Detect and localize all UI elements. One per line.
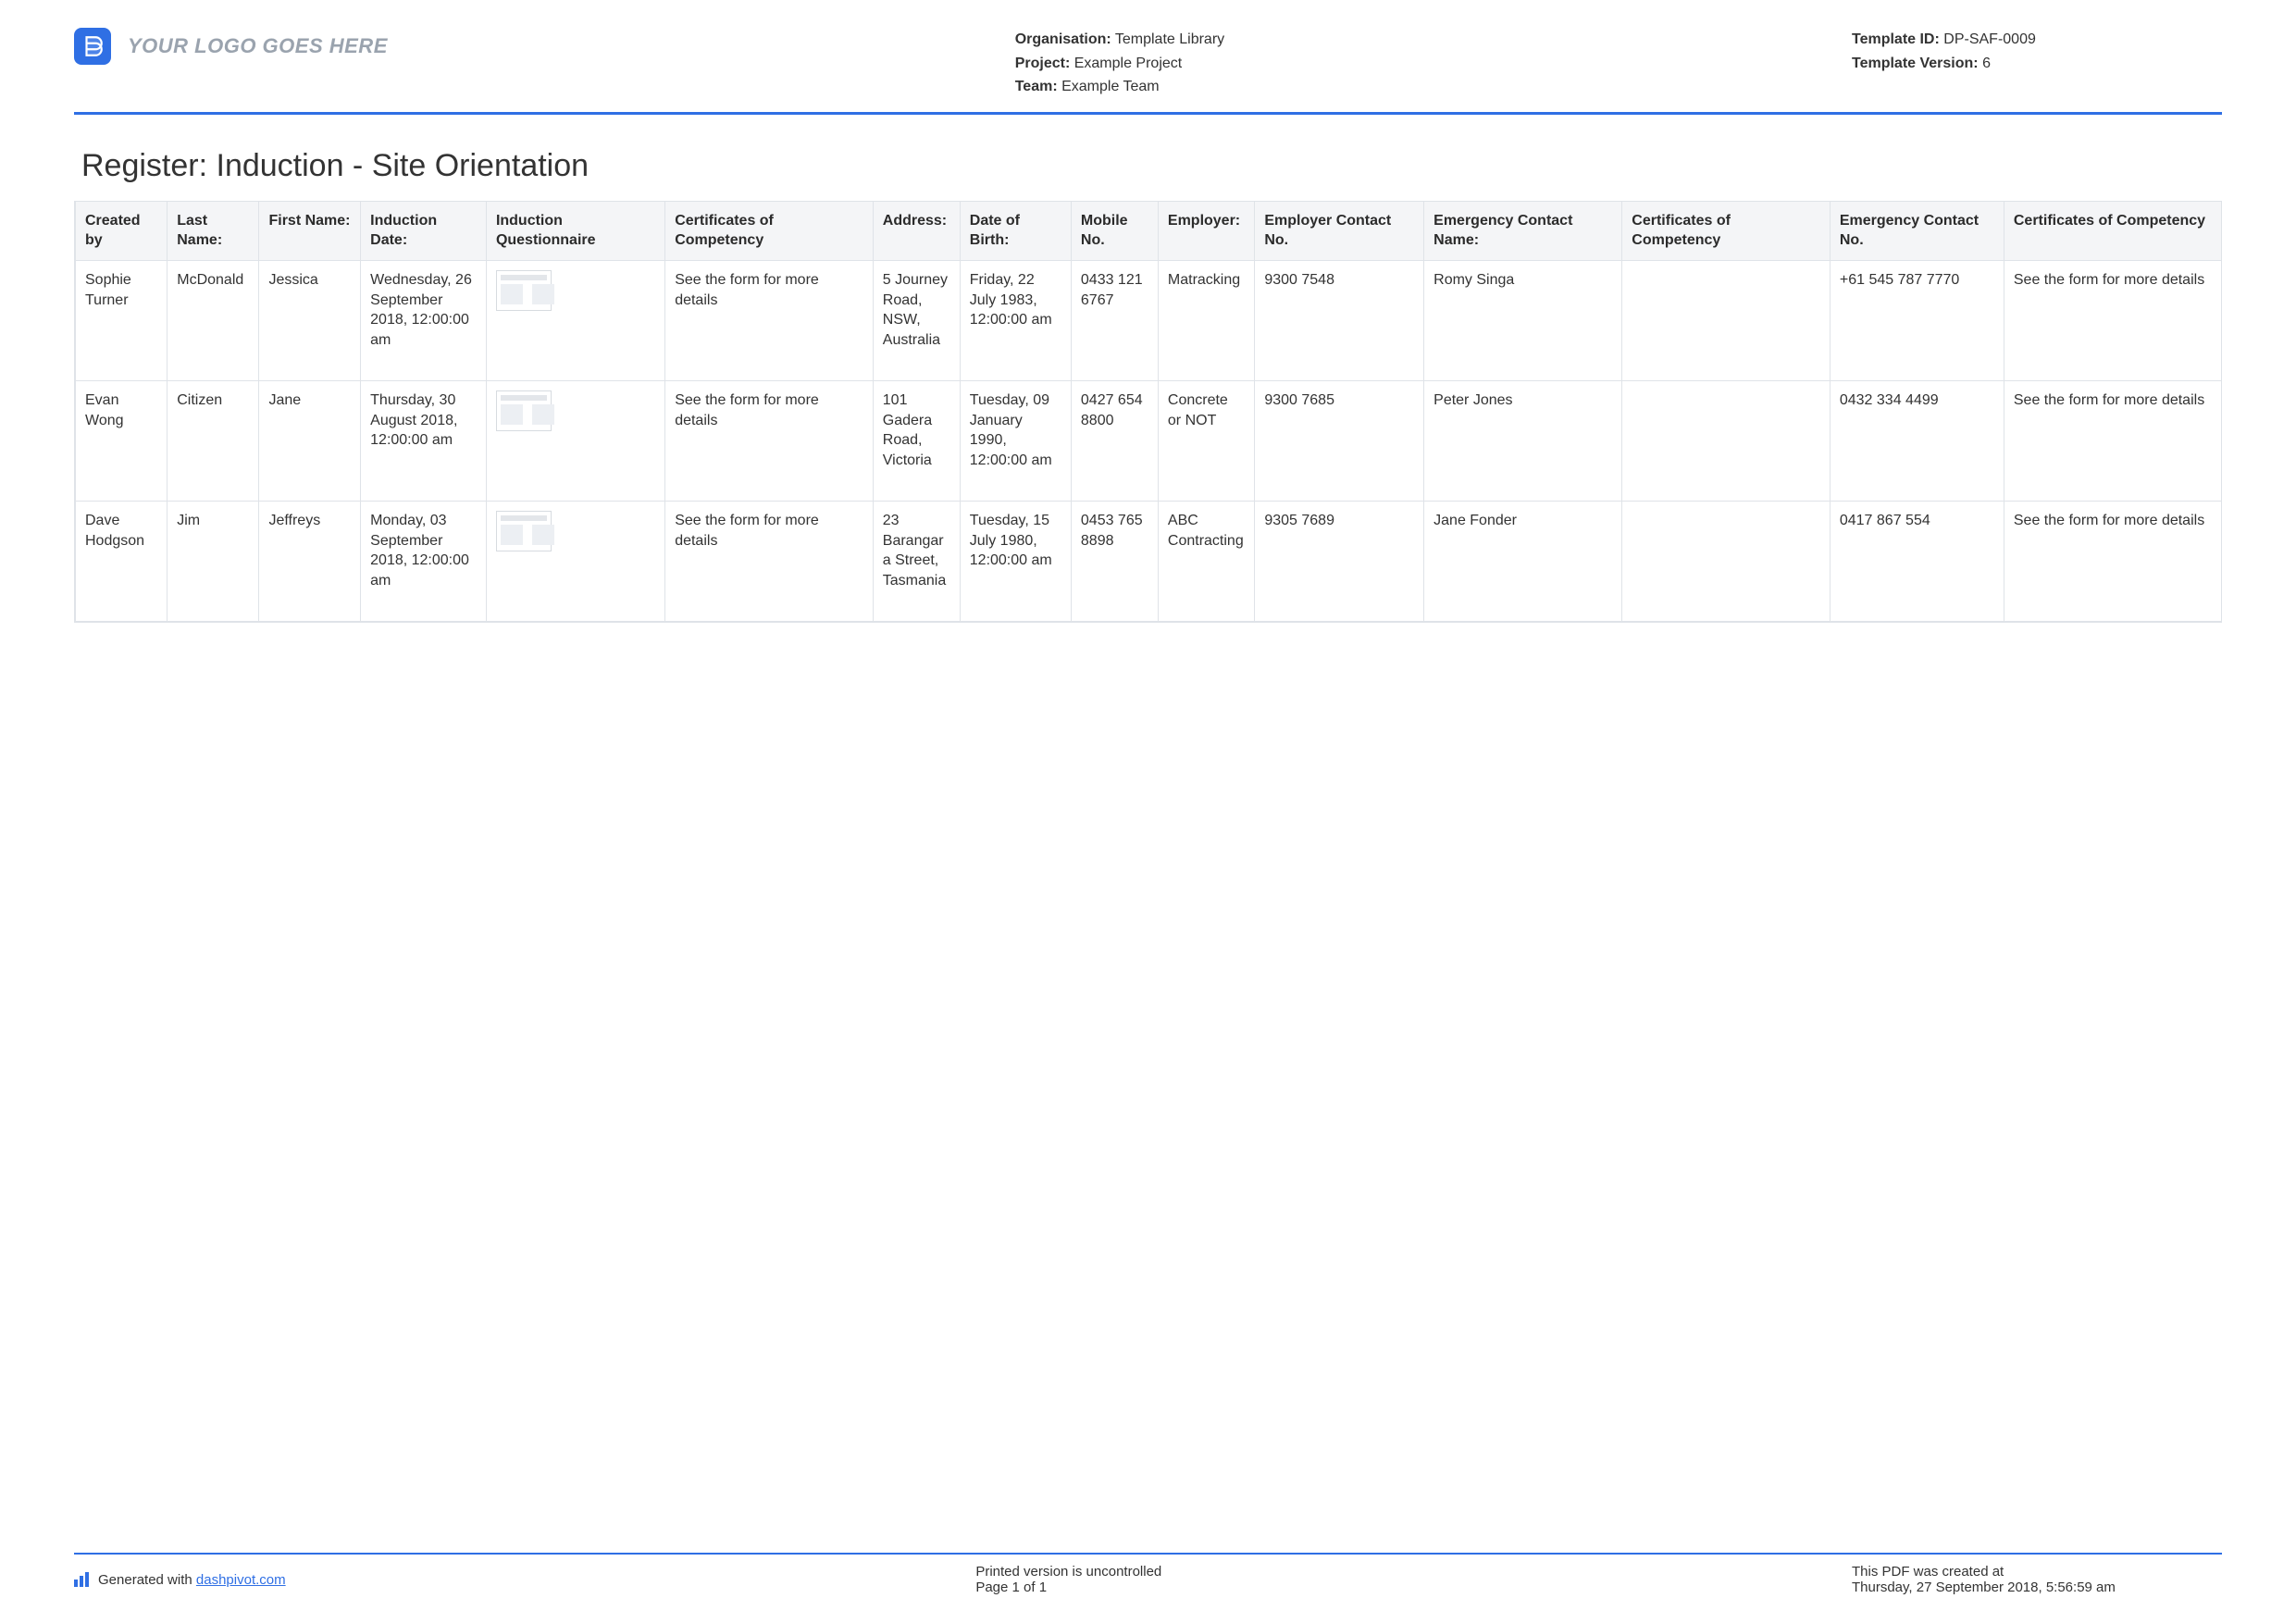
cell-employer: Matracking [1158, 260, 1254, 380]
cell-mobile: 0427 654 8800 [1071, 380, 1158, 501]
cell-dob: Friday, 22 July 1983, 12:00:00 am [960, 260, 1071, 380]
template-version-label: Template Version: [1852, 56, 1979, 71]
uncontrolled-label: Printed version is uncontrolled [975, 1564, 1161, 1580]
th-certificates-2: Certificates of Competency [1622, 201, 1831, 260]
generated-with-label: Generated with [98, 1572, 196, 1588]
cell-employer-contact: 9300 7548 [1255, 260, 1424, 380]
cell-last-name: Jim [168, 501, 259, 621]
team-value: Example Team [1061, 79, 1160, 94]
cell-dob: Tuesday, 09 January 1990, 12:00:00 am [960, 380, 1071, 501]
logo-cluster: YOUR LOGO GOES HERE [74, 28, 388, 65]
cell-address: 101 Gadera Road, Victoria [873, 380, 960, 501]
cell-em-no: +61 545 787 7770 [1830, 260, 2004, 380]
cell-first-name: Jeffreys [259, 501, 361, 621]
cell-employer-contact: 9305 7689 [1255, 501, 1424, 621]
cell-em-name: Peter Jones [1424, 380, 1622, 501]
team-label: Team: [1015, 79, 1058, 94]
table-header-row: Created by Last Name: First Name: Induct… [76, 201, 2222, 260]
questionnaire-thumbnail-icon [496, 390, 552, 431]
table-row: Dave Hodgson Jim Jeffreys Monday, 03 Sep… [76, 501, 2222, 621]
cell-em-name: Jane Fonder [1424, 501, 1622, 621]
cell-last-name: Citizen [168, 380, 259, 501]
created-at-label: This PDF was created at [1852, 1564, 2222, 1580]
cell-em-name: Romy Singa [1424, 260, 1622, 380]
dashpivot-bars-icon [74, 1572, 89, 1587]
footer-rule [74, 1553, 2222, 1555]
th-induction-date: Induction Date: [361, 201, 487, 260]
template-id-value: DP-SAF-0009 [1943, 31, 2036, 47]
cell-induction-date: Monday, 03 September 2018, 12:00:00 am [361, 501, 487, 621]
template-version-value: 6 [1982, 56, 1991, 71]
page-number: Page 1 of 1 [975, 1580, 1161, 1595]
th-last-name: Last Name: [168, 201, 259, 260]
th-certificates-1: Certificates of Competency [665, 201, 874, 260]
cell-certificates-2 [1622, 260, 1831, 380]
cell-employer-contact: 9300 7685 [1255, 380, 1424, 501]
cell-mobile: 0453 765 8898 [1071, 501, 1158, 621]
cell-mobile: 0433 121 6767 [1071, 260, 1158, 380]
cell-induction-date: Thursday, 30 August 2018, 12:00:00 am [361, 380, 487, 501]
cell-certificates-3: See the form for more details [2004, 501, 2221, 621]
register-table-wrap: Created by Last Name: First Name: Induct… [74, 201, 2222, 623]
project-label: Project: [1015, 56, 1071, 71]
cell-certificates-1: See the form for more details [665, 380, 874, 501]
register-table: Created by Last Name: First Name: Induct… [75, 201, 2222, 622]
th-first-name: First Name: [259, 201, 361, 260]
cell-questionnaire [486, 260, 664, 380]
th-employer: Employer: [1158, 201, 1254, 260]
cell-first-name: Jessica [259, 260, 361, 380]
th-em-name: Emergency Contact Name: [1424, 201, 1622, 260]
cell-created-by: Dave Hodgson [76, 501, 168, 621]
cell-certificates-2 [1622, 380, 1831, 501]
footer-right: This PDF was created at Thursday, 27 Sep… [1852, 1564, 2222, 1595]
table-row: Sophie Turner McDonald Jessica Wednesday… [76, 260, 2222, 380]
th-created-by: Created by [76, 201, 168, 260]
footer-left: Generated with dashpivot.com [74, 1564, 286, 1595]
cell-induction-date: Wednesday, 26 September 2018, 12:00:00 a… [361, 260, 487, 380]
th-certificates-3: Certificates of Competency [2004, 201, 2221, 260]
table-row: Evan Wong Citizen Jane Thursday, 30 Augu… [76, 380, 2222, 501]
header-rule [74, 112, 2222, 115]
cell-em-no: 0417 867 554 [1830, 501, 2004, 621]
th-em-no: Emergency Contact No. [1830, 201, 2004, 260]
document-header: YOUR LOGO GOES HERE Organisation: Templa… [74, 28, 2222, 112]
cell-employer: Concrete or NOT [1158, 380, 1254, 501]
cell-address: 5 Journey Road, NSW, Australia [873, 260, 960, 380]
meta-right: Template ID: DP-SAF-0009 Template Versio… [1852, 28, 2222, 75]
cell-created-by: Evan Wong [76, 380, 168, 501]
cell-employer: ABC Contracting [1158, 501, 1254, 621]
footer-center: Printed version is uncontrolled Page 1 o… [975, 1564, 1161, 1595]
th-employer-contact: Employer Contact No. [1255, 201, 1424, 260]
logo-icon [74, 28, 111, 65]
logo-placeholder-text: YOUR LOGO GOES HERE [128, 34, 388, 58]
th-address: Address: [873, 201, 960, 260]
org-value: Template Library [1115, 31, 1224, 47]
cell-first-name: Jane [259, 380, 361, 501]
org-label: Organisation: [1015, 31, 1111, 47]
project-value: Example Project [1074, 56, 1183, 71]
cell-certificates-1: See the form for more details [665, 501, 874, 621]
cell-certificates-2 [1622, 501, 1831, 621]
page-title: Register: Induction - Site Orientation [81, 148, 2222, 184]
questionnaire-thumbnail-icon [496, 270, 552, 311]
cell-last-name: McDonald [168, 260, 259, 380]
cell-em-no: 0432 334 4499 [1830, 380, 2004, 501]
cell-questionnaire [486, 380, 664, 501]
cell-questionnaire [486, 501, 664, 621]
document-footer: Generated with dashpivot.com Printed ver… [74, 1553, 2222, 1595]
created-at-value: Thursday, 27 September 2018, 5:56:59 am [1852, 1580, 2222, 1595]
questionnaire-thumbnail-icon [496, 511, 552, 551]
th-questionnaire: Induction Questionnaire [486, 201, 664, 260]
dashpivot-link[interactable]: dashpivot.com [196, 1572, 286, 1588]
cell-certificates-3: See the form for more details [2004, 260, 2221, 380]
cell-created-by: Sophie Turner [76, 260, 168, 380]
cell-certificates-1: See the form for more details [665, 260, 874, 380]
template-id-label: Template ID: [1852, 31, 1940, 47]
cell-address: 23 Barangara Street, Tasmania [873, 501, 960, 621]
th-mobile: Mobile No. [1071, 201, 1158, 260]
meta-center: Organisation: Template Library Project: … [1015, 28, 1224, 99]
cell-dob: Tuesday, 15 July 1980, 12:00:00 am [960, 501, 1071, 621]
th-dob: Date of Birth: [960, 201, 1071, 260]
cell-certificates-3: See the form for more details [2004, 380, 2221, 501]
